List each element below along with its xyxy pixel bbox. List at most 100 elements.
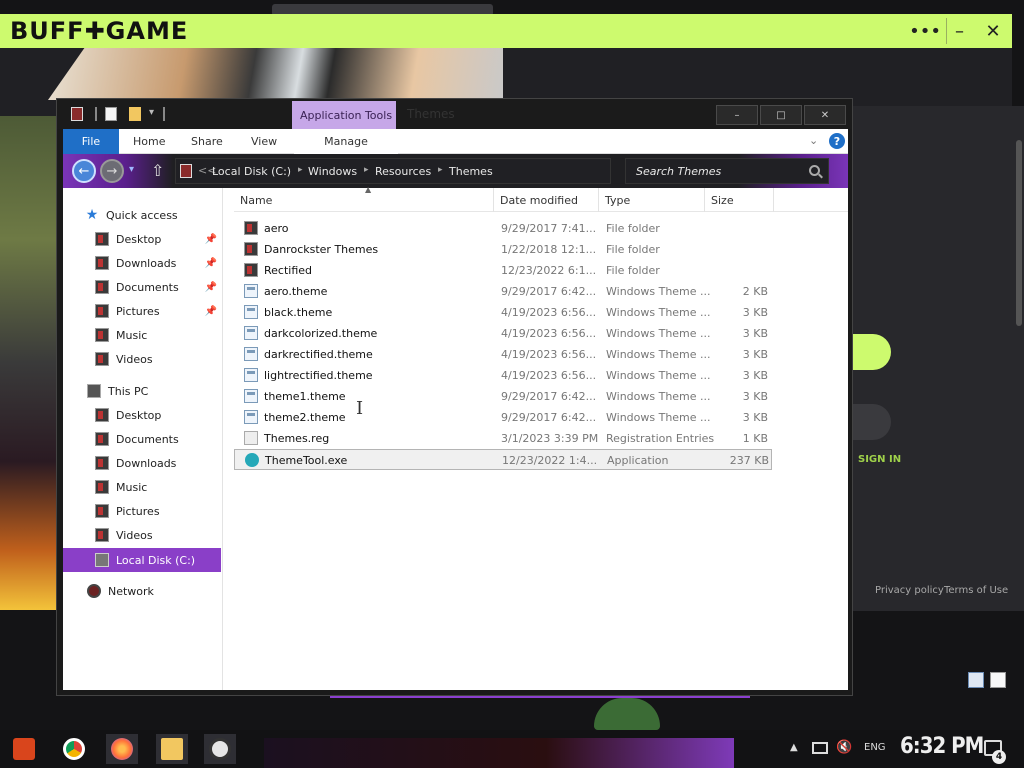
file-list-pane: ▲ Name Date modified Type Size aero 9/29… xyxy=(224,185,1006,690)
minimize-button[interactable]: – xyxy=(716,105,758,125)
search-input[interactable]: Search Themes xyxy=(625,158,829,184)
tab-manage[interactable]: Manage xyxy=(294,129,398,154)
tab-share[interactable]: Share xyxy=(191,129,223,154)
file-row[interactable]: Danrockster Themes 1/22/2018 12:1... Fil… xyxy=(234,239,772,260)
nav-quick-pictures[interactable]: Pictures 📌 xyxy=(63,299,221,323)
nav-pc-desktop[interactable]: Desktop xyxy=(63,403,221,427)
breadcrumb-windows[interactable]: Windows xyxy=(308,165,357,178)
volume-muted-icon[interactable]: 🔇 xyxy=(836,740,852,755)
maximize-button[interactable]: □ xyxy=(760,105,802,125)
details-view-icon[interactable] xyxy=(968,672,984,688)
search-icon[interactable] xyxy=(809,165,820,176)
recent-locations-chevron-icon[interactable]: ▾ xyxy=(129,164,134,175)
forward-arrow-icon[interactable]: → xyxy=(100,159,124,183)
taskbar-firefox[interactable] xyxy=(106,734,138,764)
file-row[interactable]: Rectified 12/23/2022 6:1... File folder xyxy=(234,260,772,281)
notification-count-badge: 4 xyxy=(992,750,1006,764)
pin-icon[interactable]: 📌 xyxy=(205,306,217,317)
network-status-icon[interactable] xyxy=(812,742,828,754)
breadcrumb-themes[interactable]: Themes xyxy=(449,165,493,178)
address-bar[interactable]: << Local Disk (C:) ▸ Windows ▸ Resources… xyxy=(175,158,611,184)
file-size: 3 KB xyxy=(742,369,768,382)
taskbar-xbox[interactable] xyxy=(204,734,236,764)
nav-quick-downloads[interactable]: Downloads 📌 xyxy=(63,251,221,275)
file-row[interactable]: Themes.reg 3/1/2023 3:39 PM Registration… xyxy=(234,428,772,449)
nav-item-label: Documents xyxy=(116,432,179,446)
pin-icon[interactable]: 📌 xyxy=(205,234,217,245)
file-row[interactable]: aero 9/29/2017 7:41... File folder xyxy=(234,218,772,239)
nav-quick-desktop[interactable]: Desktop 📌 xyxy=(63,227,221,251)
nav-quick-access[interactable]: ★ Quick access xyxy=(63,203,221,227)
nav-pc-downloads[interactable]: Downloads xyxy=(63,451,221,475)
tab-file[interactable]: File xyxy=(63,129,119,154)
terms-of-use-link[interactable]: Terms of Use xyxy=(944,585,1008,596)
taskbar-file-explorer[interactable] xyxy=(156,734,188,764)
start-button[interactable] xyxy=(8,734,40,764)
pin-icon[interactable]: 📌 xyxy=(205,258,217,269)
taskbar-clock[interactable]: 6:32 PM xyxy=(900,734,984,759)
tab-view[interactable]: View xyxy=(251,129,277,154)
folder-icon xyxy=(95,352,109,366)
nav-quick-videos[interactable]: Videos xyxy=(63,347,221,371)
file-row[interactable]: theme2.theme 9/29/2017 6:42... Windows T… xyxy=(234,407,772,428)
file-type: Windows Theme ... xyxy=(606,369,711,382)
new-folder-icon[interactable] xyxy=(129,107,141,121)
file-row[interactable]: aero.theme 9/29/2017 6:42... Windows The… xyxy=(234,281,772,302)
sign-in-link[interactable]: SIGN IN xyxy=(858,454,901,465)
breadcrumb-separator-icon[interactable]: ▸ xyxy=(298,165,303,175)
file-row[interactable]: theme1.theme 9/29/2017 6:42... Windows T… xyxy=(234,386,772,407)
file-type: File folder xyxy=(606,243,660,256)
file-row[interactable]: black.theme 4/19/2023 6:56... Windows Th… xyxy=(234,302,772,323)
column-type[interactable]: Type xyxy=(599,188,705,212)
breadcrumb-local-disk[interactable]: Local Disk (C:) xyxy=(212,165,291,178)
column-date-modified[interactable]: Date modified xyxy=(494,188,599,212)
file-type: Windows Theme ... xyxy=(606,327,711,340)
nav-pc-videos[interactable]: Videos xyxy=(63,523,221,547)
search-placeholder: Search Themes xyxy=(636,165,722,178)
nav-pc-pictures[interactable]: Pictures xyxy=(63,499,221,523)
pin-icon[interactable]: 📌 xyxy=(205,282,217,293)
expand-ribbon-chevron-icon[interactable]: ⌄ xyxy=(809,134,818,147)
tab-home[interactable]: Home xyxy=(133,129,165,154)
nav-pc-documents[interactable]: Documents xyxy=(63,427,221,451)
breadcrumb-separator-icon[interactable]: ▸ xyxy=(364,165,369,175)
game-art-sidebar xyxy=(0,116,60,610)
buffgame-minimize-button[interactable]: – xyxy=(946,18,972,44)
customize-toolbar-chevron-icon[interactable]: ▾ xyxy=(149,107,154,118)
nav-network[interactable]: Network xyxy=(63,579,221,603)
close-button[interactable]: ✕ xyxy=(804,105,846,125)
nav-item-label: Desktop xyxy=(116,232,162,246)
desktop-mascot-image xyxy=(594,698,660,730)
breadcrumb-separator-icon[interactable]: ▸ xyxy=(438,165,443,175)
file-row-selected[interactable]: ThemeTool.exe 12/23/2022 1:4... Applicat… xyxy=(234,449,772,470)
nav-quick-music[interactable]: Music xyxy=(63,323,221,347)
taskbar-chrome[interactable] xyxy=(58,734,90,764)
nav-local-disk[interactable]: Local Disk (C:) xyxy=(63,548,221,572)
nav-this-pc[interactable]: This PC xyxy=(63,379,221,403)
background-scrollbar[interactable] xyxy=(1016,140,1022,326)
show-hidden-icons-chevron-icon[interactable]: ▲ xyxy=(790,742,798,753)
help-icon[interactable]: ? xyxy=(829,133,845,149)
buffgame-close-button[interactable]: ✕ xyxy=(980,18,1006,44)
app-icon[interactable] xyxy=(71,107,83,121)
nav-pc-music[interactable]: Music xyxy=(63,475,221,499)
properties-icon[interactable] xyxy=(105,107,117,121)
language-indicator[interactable]: ENG xyxy=(864,742,886,753)
column-name[interactable]: Name xyxy=(234,188,494,212)
file-type: Registration Entries xyxy=(606,432,715,445)
buffgame-primary-button[interactable] xyxy=(851,334,891,370)
file-type: Application xyxy=(607,454,669,467)
breadcrumb-resources[interactable]: Resources xyxy=(375,165,431,178)
column-size[interactable]: Size xyxy=(705,188,774,212)
back-arrow-icon[interactable]: ← xyxy=(72,159,96,183)
large-icons-view-icon[interactable] xyxy=(990,672,1006,688)
buffgame-secondary-button[interactable] xyxy=(851,404,891,440)
file-row[interactable]: darkcolorized.theme 4/19/2023 6:56... Wi… xyxy=(234,323,772,344)
nav-quick-documents[interactable]: Documents 📌 xyxy=(63,275,221,299)
more-options-icon[interactable]: ••• xyxy=(909,18,941,44)
privacy-policy-link[interactable]: Privacy policy xyxy=(875,585,944,596)
up-arrow-icon[interactable]: ⇧ xyxy=(151,161,164,180)
file-row[interactable]: lightrectified.theme 4/19/2023 6:56... W… xyxy=(234,365,772,386)
nav-item-label: This PC xyxy=(108,384,149,398)
file-row[interactable]: darkrectified.theme 4/19/2023 6:56... Wi… xyxy=(234,344,772,365)
